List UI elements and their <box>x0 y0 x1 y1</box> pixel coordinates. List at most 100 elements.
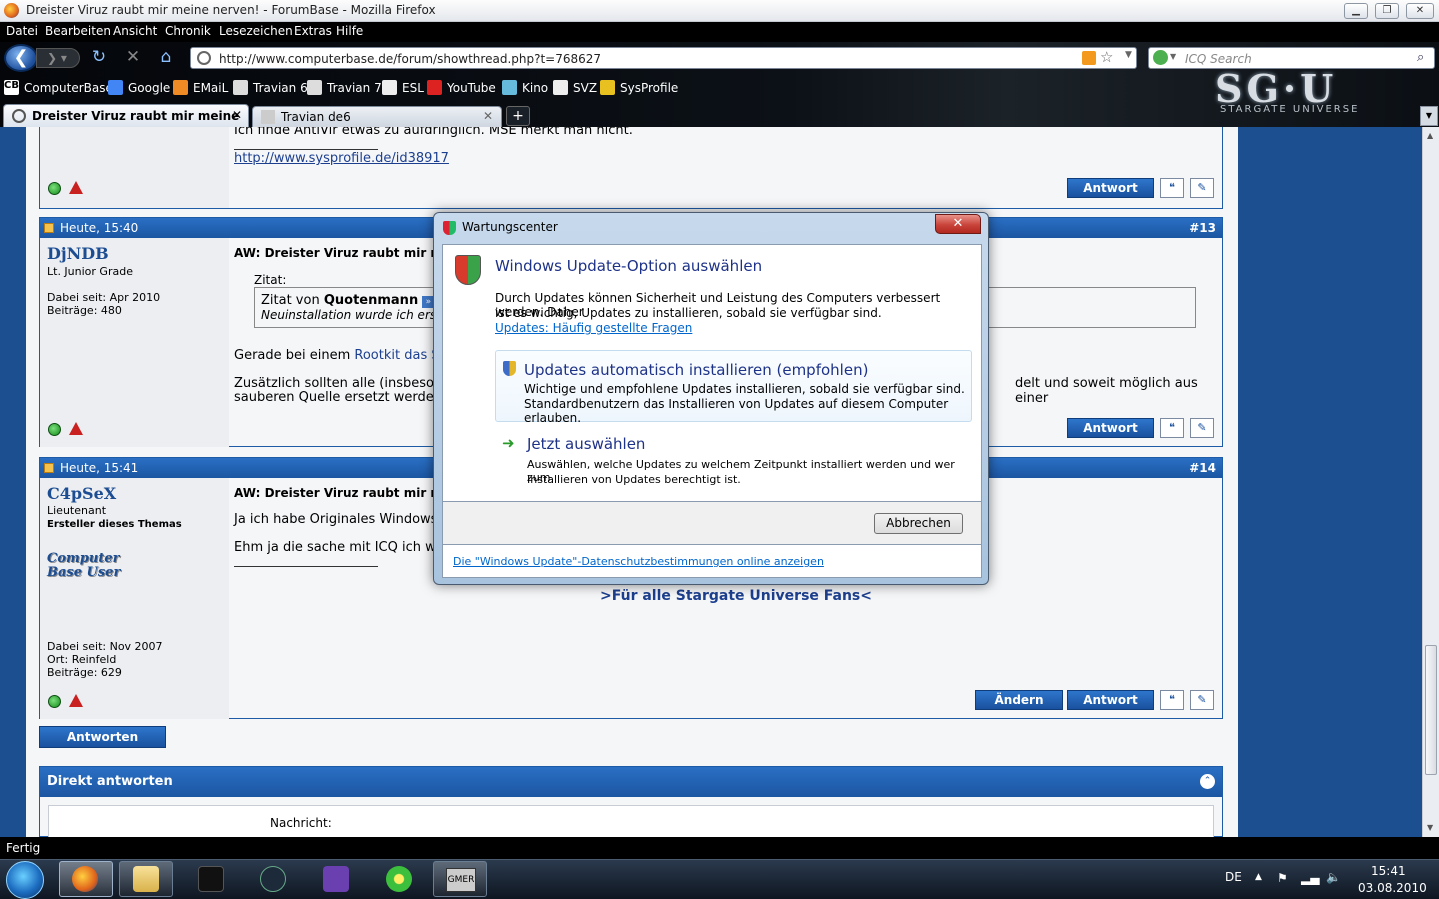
option-auto-install[interactable]: Updates automatisch installieren (empfoh… <box>495 350 972 425</box>
tab-close-icon[interactable]: ✕ <box>483 109 493 123</box>
scroll-up-icon[interactable]: ▲ <box>1427 131 1433 140</box>
menu-hilfe[interactable]: Hilfe <box>336 24 363 38</box>
user-posts: Beiträge: 480 <box>47 304 122 317</box>
window-title: Dreister Viruz raubt mir meine nerven! -… <box>26 3 436 17</box>
post-number[interactable]: #13 <box>1189 221 1216 235</box>
page-scrollbar[interactable]: ▲ ▼ <box>1422 127 1439 837</box>
clock-time[interactable]: 15:41 <box>1371 864 1406 878</box>
url-dropdown-icon[interactable]: ▼ <box>1125 50 1132 60</box>
network-icon[interactable]: ▂▄ <box>1301 871 1319 885</box>
icq-flower-icon[interactable] <box>386 866 412 892</box>
bookmark-svz[interactable]: SVZ <box>573 81 597 95</box>
quote-icon[interactable]: ❝ <box>1160 418 1184 438</box>
faq-link[interactable]: Updates: Häufig gestellte Fragen <box>495 321 692 335</box>
scroll-down-icon[interactable]: ▼ <box>1427 823 1433 832</box>
bookmark-computerbase[interactable]: ComputerBase <box>24 81 113 95</box>
multiquote-icon[interactable]: ✎ <box>1190 418 1214 438</box>
menu-bearbeiten[interactable]: Bearbeiten <box>45 24 111 38</box>
bookmark-sysprofile[interactable]: SysProfile <box>620 81 678 95</box>
post-username[interactable]: C4pSeX <box>47 484 116 503</box>
rss-icon[interactable] <box>1082 51 1096 65</box>
clock-date[interactable]: 03.08.2010 <box>1358 881 1427 895</box>
tab-travian[interactable]: Travian de6 ✕ <box>252 106 502 127</box>
tab-list-button[interactable]: ▼ <box>1420 106 1438 126</box>
language-indicator[interactable]: DE <box>1225 870 1242 884</box>
online-status-icon <box>48 695 61 708</box>
post-icon <box>44 223 54 233</box>
option-choose-now[interactable]: ➜ Jetzt auswählen Auswählen, welche Upda… <box>495 428 972 494</box>
new-reply-button[interactable]: Antworten <box>39 726 166 748</box>
signature-divider <box>234 149 378 150</box>
post-username[interactable]: DjNDB <box>47 244 109 263</box>
post-12: Ich finde AntiVir etwas zu aufdringlich.… <box>39 127 1223 209</box>
action-center-flag-icon[interactable]: ⚑ <box>1277 871 1288 885</box>
rootkit-link[interactable]: Rootkit das S <box>354 348 439 363</box>
collapse-icon[interactable]: ⌃ <box>1200 774 1215 789</box>
dialog-caption: Wartungscenter <box>462 220 558 234</box>
post-title: AW: Dreister Viruz raubt mir m <box>234 246 443 260</box>
show-hidden-icons[interactable]: ▲ <box>1255 872 1262 882</box>
bookmark-kino[interactable]: Kino <box>522 81 548 95</box>
cancel-button[interactable]: Abbrechen <box>874 513 963 534</box>
forward-button[interactable]: ❯ ▾ <box>36 48 80 68</box>
bookmark-travian7[interactable]: Travian 7 <box>327 81 382 95</box>
dialog-close-button[interactable]: ✕ <box>935 214 981 234</box>
tab-close-icon[interactable]: ✕ <box>232 108 242 122</box>
edit-label: Ändern <box>994 693 1044 707</box>
reply-button[interactable]: Antwort <box>1067 178 1154 198</box>
bookmark-travian6[interactable]: Travian 6 <box>253 81 308 95</box>
report-post-icon[interactable] <box>69 422 83 435</box>
edit-button[interactable]: Ändern <box>975 690 1063 710</box>
post-number[interactable]: #14 <box>1189 461 1216 475</box>
user-location: Ort: Reinfeld <box>47 653 117 666</box>
menu-chronik[interactable]: Chronik <box>165 24 211 38</box>
home-icon[interactable]: ⌂ <box>155 46 177 68</box>
report-post-icon[interactable] <box>69 181 83 194</box>
multiquote-icon[interactable]: ✎ <box>1190 690 1214 710</box>
scrollbar-thumb[interactable] <box>1425 645 1437 775</box>
menu-lesezeichen[interactable]: Lesezeichen <box>219 24 293 38</box>
reply-button[interactable]: Antwort <box>1067 418 1154 438</box>
multiquote-icon[interactable]: ✎ <box>1190 178 1214 198</box>
site-favicon <box>197 51 211 65</box>
steam-icon[interactable] <box>198 866 224 892</box>
close-button[interactable]: ✕ <box>1406 3 1434 19</box>
google-icon <box>108 80 123 95</box>
quote-icon[interactable]: ❝ <box>1160 178 1184 198</box>
bookmark-email[interactable]: EMaiL <box>193 81 228 95</box>
firefox-icon <box>4 3 19 18</box>
menu-extras[interactable]: Extras <box>294 24 332 38</box>
url-bar[interactable]: http://www.computerbase.de/forum/showthr… <box>190 47 1137 69</box>
stop-icon[interactable]: ✕ <box>122 46 144 68</box>
quote-icon[interactable]: ❝ <box>1160 690 1184 710</box>
signature-link[interactable]: http://www.sysprofile.de/id38917 <box>234 151 449 166</box>
bookmark-star-icon[interactable]: ☆ <box>1100 48 1113 66</box>
post-line1: Gerade bei einem <box>234 348 355 363</box>
tab-active[interactable]: Dreister Viruz raubt mir meine n... ✕ <box>3 104 249 137</box>
bookmark-youtube[interactable]: YouTube <box>447 81 496 95</box>
report-post-icon[interactable] <box>69 694 83 707</box>
menu-datei[interactable]: Datei <box>6 24 38 38</box>
reply-button[interactable]: Antwort <box>1067 690 1154 710</box>
back-button[interactable]: ❮ <box>4 44 38 72</box>
start-button[interactable] <box>6 861 44 899</box>
bookmark-google[interactable]: Google <box>128 81 170 95</box>
signature-text[interactable]: >Für alle Stargate Universe Fans< <box>600 588 872 604</box>
reload-icon[interactable]: ↻ <box>88 46 110 68</box>
privacy-link[interactable]: Die "Windows Update"-Datenschutzbestimmu… <box>453 555 824 568</box>
new-tab-button[interactable]: + <box>506 106 530 126</box>
search-icon[interactable]: ⌕ <box>1417 50 1424 65</box>
gmer-icon: GMER <box>446 868 476 892</box>
teamspeak-icon[interactable] <box>260 866 286 892</box>
bookmark-esl[interactable]: ESL <box>402 81 424 95</box>
cpu-z-icon[interactable] <box>323 866 349 892</box>
volume-icon[interactable]: 🔈 <box>1326 870 1341 884</box>
reply-label: Antwort <box>1083 181 1138 195</box>
search-engine-dropdown-icon[interactable]: ▼ <box>1170 52 1176 61</box>
computerbase-icon: CB <box>4 80 19 95</box>
new-reply-label: Antworten <box>66 730 139 744</box>
dialog-desc-line2: ist es wichtig, Updates zu installieren,… <box>495 306 882 320</box>
maximize-button[interactable]: ❐ <box>1375 3 1399 19</box>
menu-ansicht[interactable]: Ansicht <box>113 24 157 38</box>
minimize-button[interactable]: ▁ <box>1344 3 1368 19</box>
